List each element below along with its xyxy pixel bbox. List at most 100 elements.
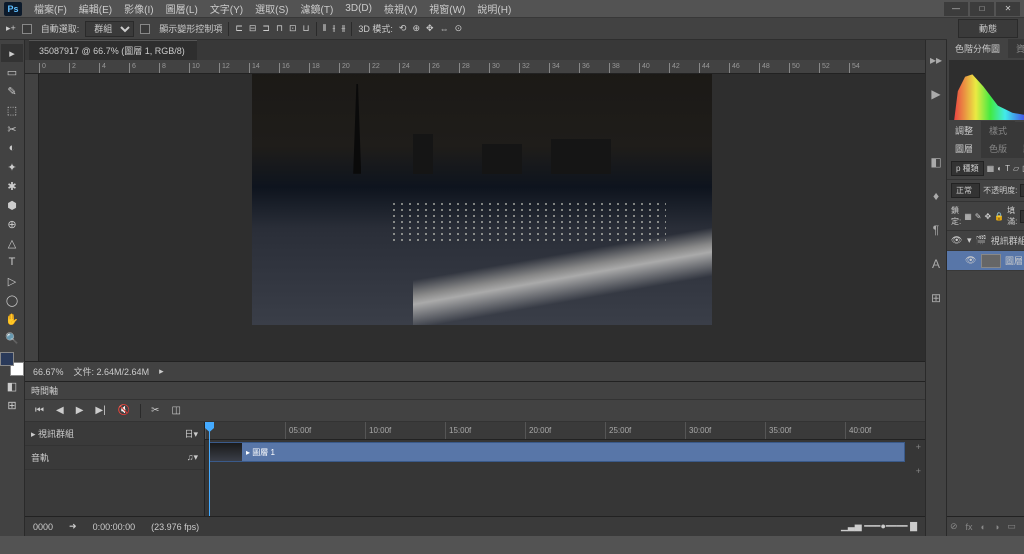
file-info[interactable]: 文件: 2.64M/2.64M bbox=[74, 365, 150, 378]
new-group-icon[interactable]: ▭ bbox=[1007, 521, 1016, 532]
expand-arrow-icon[interactable]: ▾ bbox=[967, 235, 972, 246]
playhead[interactable] bbox=[209, 422, 210, 516]
layer-group-row[interactable]: 👁 ▾ 🎬 視訊群組 1 bbox=[947, 231, 1024, 251]
filter-pixel-icon[interactable]: ▦ bbox=[987, 164, 995, 173]
auto-select-dropdown[interactable]: 群組 bbox=[85, 21, 134, 37]
visibility-toggle-icon[interactable]: 👁 bbox=[951, 235, 963, 246]
minimize-button[interactable]: — bbox=[944, 2, 968, 16]
timeline-zoom-slider[interactable]: ▁▃▅ ━━━●━━━━ ▇ bbox=[841, 521, 917, 532]
timeline-ruler[interactable]: 05:00f10:00f15:00f20:00f25:00f30:00f35:0… bbox=[205, 422, 925, 440]
menu-image[interactable]: 影像(I) bbox=[118, 1, 159, 16]
foreground-color[interactable] bbox=[0, 352, 14, 366]
3d-orbit-icon[interactable]: ⟲ bbox=[399, 23, 407, 34]
render-icon[interactable]: ➜ bbox=[69, 521, 77, 532]
fill-input[interactable]: 100% bbox=[1020, 210, 1024, 223]
menu-select[interactable]: 選取(S) bbox=[249, 1, 294, 16]
transition-button[interactable]: ◫ bbox=[170, 405, 183, 416]
properties-panel-icon[interactable]: ◧ bbox=[926, 152, 946, 172]
blend-mode-dropdown[interactable]: 正常 bbox=[951, 183, 980, 198]
show-transform-checkbox[interactable] bbox=[140, 24, 150, 34]
character-panel-icon[interactable]: A bbox=[926, 254, 946, 274]
auto-select-checkbox[interactable] bbox=[22, 24, 32, 34]
styles-tab[interactable]: 樣式 bbox=[981, 121, 1015, 140]
adjustments-tab[interactable]: 調整 bbox=[947, 121, 981, 140]
video-group-track-header[interactable]: ▸ 視訊群組 日▾ bbox=[25, 422, 204, 446]
align-bottom-icon[interactable]: ⊔ bbox=[303, 23, 310, 34]
zoom-level[interactable]: 66.67% bbox=[33, 367, 64, 377]
layer-thumbnail[interactable] bbox=[981, 254, 1001, 268]
healing-tool[interactable]: ✦ bbox=[1, 158, 23, 176]
hand-tool[interactable]: ✋ bbox=[1, 310, 23, 328]
3d-pan-icon[interactable]: ✥ bbox=[426, 23, 434, 34]
add-media-button[interactable]: + bbox=[916, 442, 921, 452]
menu-layer[interactable]: 圖層(L) bbox=[160, 1, 204, 16]
play-panel-icon[interactable]: ▶ bbox=[926, 84, 946, 104]
distribute-icon[interactable]: ⫴ bbox=[323, 23, 327, 34]
mute-button[interactable]: 🔇 bbox=[116, 405, 132, 416]
quick-select-tool[interactable]: ⬚ bbox=[1, 101, 23, 119]
split-clip-button[interactable]: ✂ bbox=[149, 405, 161, 416]
lock-all-icon[interactable]: 🔒 bbox=[994, 212, 1004, 221]
lock-position-icon[interactable]: ✥ bbox=[985, 212, 992, 221]
goto-first-frame-button[interactable]: ⏮ bbox=[33, 405, 46, 416]
stamp-tool[interactable]: ⬢ bbox=[1, 196, 23, 214]
timeline-clip[interactable]: ▸ 圖層 1 bbox=[209, 442, 905, 462]
align-center-icon[interactable]: ⊟ bbox=[249, 23, 257, 34]
adjustment-layer-icon[interactable]: ◑ bbox=[994, 522, 999, 532]
close-button[interactable]: ✕ bbox=[996, 2, 1020, 16]
play-button[interactable]: ▶ bbox=[74, 405, 86, 416]
channels-tab[interactable]: 色版 bbox=[981, 139, 1015, 158]
brush-tool[interactable]: ✱ bbox=[1, 177, 23, 195]
move-tool[interactable]: ▸ bbox=[1, 44, 23, 62]
layer-row[interactable]: 👁 圖層 1 bbox=[947, 251, 1024, 271]
document-tab[interactable]: 35087917 @ 66.7% (圖層 1, RGB/8) bbox=[29, 40, 197, 60]
lock-transparency-icon[interactable]: ▦ bbox=[964, 212, 972, 221]
next-frame-button[interactable]: ▶| bbox=[93, 405, 107, 416]
track-options-icon[interactable]: ♫▾ bbox=[187, 452, 198, 463]
marquee-tool[interactable]: ▭ bbox=[1, 63, 23, 81]
timeline-tab[interactable]: 時間軸 bbox=[31, 384, 58, 397]
audio-track-header[interactable]: 音軌 ♫▾ bbox=[25, 446, 204, 470]
history-panel-icon[interactable]: ▸▸ bbox=[926, 50, 946, 70]
opacity-input[interactable]: 100% bbox=[1020, 184, 1024, 197]
path-select-tool[interactable]: ▷ bbox=[1, 272, 23, 290]
layer-filter-kind[interactable]: p 種類 bbox=[951, 161, 984, 176]
workspace-switcher[interactable]: 動態 bbox=[958, 19, 1018, 38]
menu-window[interactable]: 視窗(W) bbox=[423, 1, 471, 16]
gradient-tool[interactable]: ⊕ bbox=[1, 215, 23, 233]
3d-slide-icon[interactable]: ⇔ bbox=[440, 24, 449, 34]
timeline-track-area[interactable]: 05:00f10:00f15:00f20:00f25:00f30:00f35:0… bbox=[205, 422, 925, 516]
filter-type-icon[interactable]: T bbox=[1005, 164, 1010, 173]
maximize-button[interactable]: □ bbox=[970, 2, 994, 16]
paragraph-panel-icon[interactable]: ¶ bbox=[926, 220, 946, 240]
align-middle-icon[interactable]: ⊡ bbox=[289, 23, 297, 34]
menu-edit[interactable]: 編輯(E) bbox=[73, 1, 118, 16]
filter-shape-icon[interactable]: ▱ bbox=[1013, 164, 1019, 173]
layer-mask-icon[interactable]: ◐ bbox=[981, 522, 986, 532]
histogram-tab[interactable]: 色階分佈圖 bbox=[947, 39, 1008, 58]
add-audio-button[interactable]: + bbox=[916, 466, 921, 476]
color-panel-icon[interactable]: ♦ bbox=[926, 186, 946, 206]
shape-tool[interactable]: ◯ bbox=[1, 291, 23, 309]
distribute-icon[interactable]: ⫵ bbox=[341, 23, 345, 34]
3d-zoom-icon[interactable]: ⊙ bbox=[455, 23, 463, 34]
menu-type[interactable]: 文字(Y) bbox=[204, 1, 249, 16]
menu-help[interactable]: 說明(H) bbox=[471, 1, 517, 16]
swatches-panel-icon[interactable]: ⊞ bbox=[926, 288, 946, 308]
prev-frame-button[interactable]: ◀ bbox=[54, 405, 66, 416]
info-arrow-icon[interactable]: ▸ bbox=[159, 366, 164, 377]
filter-adjust-icon[interactable]: ◐ bbox=[997, 164, 1002, 173]
canvas[interactable] bbox=[39, 74, 925, 361]
align-top-icon[interactable]: ⊓ bbox=[276, 23, 283, 34]
info-tab[interactable]: 資訊 bbox=[1008, 39, 1024, 58]
align-left-icon[interactable]: ⊏ bbox=[235, 23, 243, 34]
type-tool[interactable]: T bbox=[1, 253, 23, 271]
color-swatches[interactable] bbox=[0, 352, 24, 376]
layers-tab[interactable]: 圖層 bbox=[947, 139, 981, 158]
lasso-tool[interactable]: ✎ bbox=[1, 82, 23, 100]
menu-3d[interactable]: 3D(D) bbox=[339, 3, 378, 14]
screen-mode-icon[interactable]: ⊞ bbox=[1, 396, 23, 414]
pen-tool[interactable]: △ bbox=[1, 234, 23, 252]
distribute-icon[interactable]: ⫲ bbox=[332, 23, 335, 34]
crop-tool[interactable]: ✂ bbox=[1, 120, 23, 138]
